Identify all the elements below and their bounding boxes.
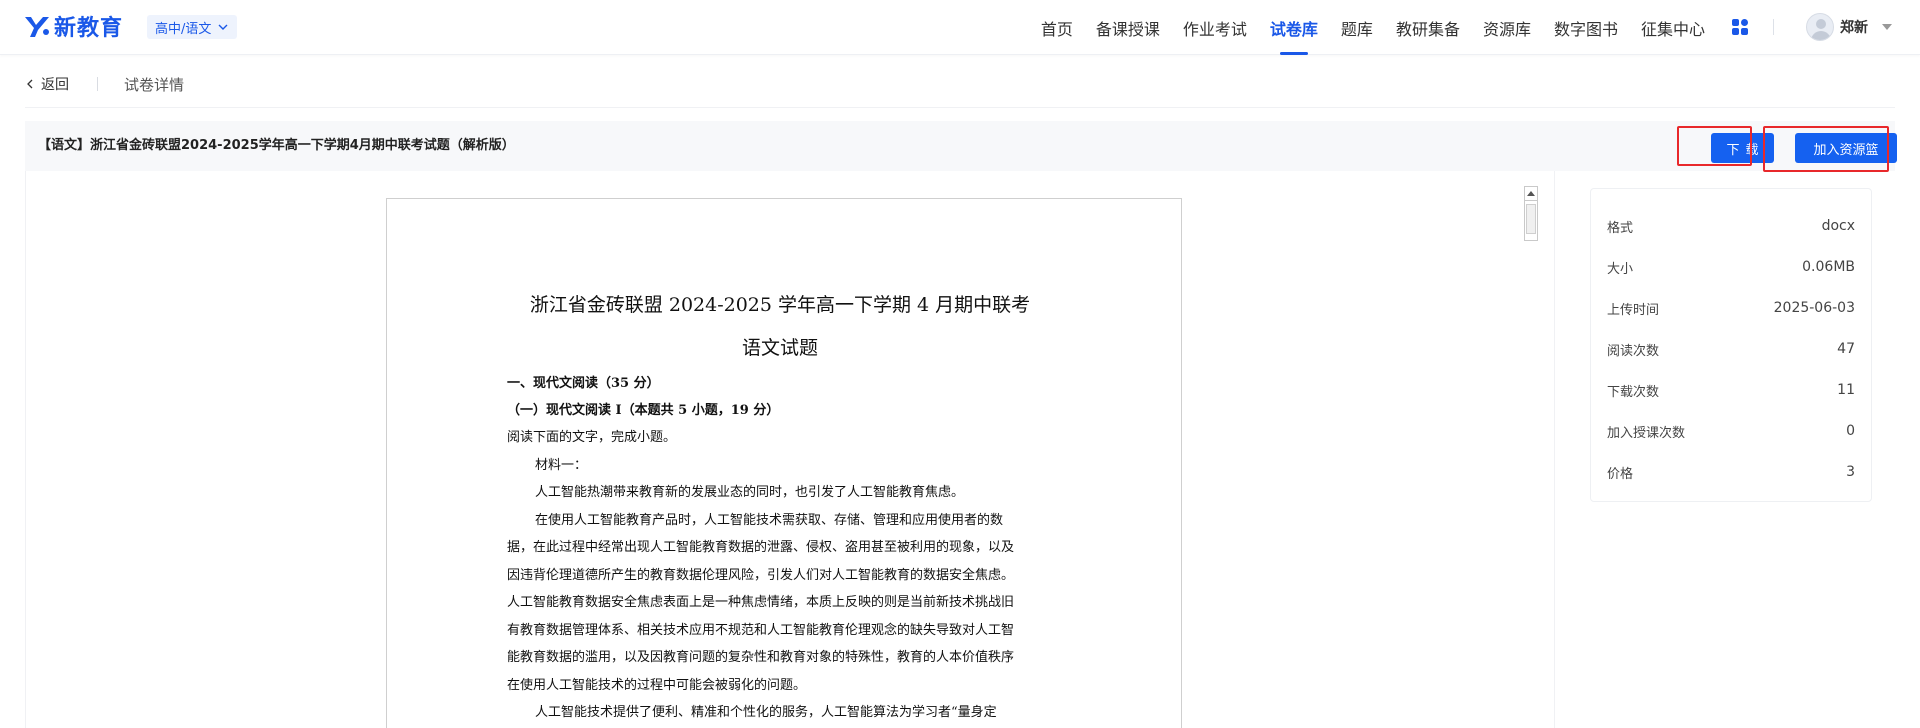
nav-item-research[interactable]: 教研集备 — [1396, 0, 1460, 55]
info-value: 47 — [1837, 341, 1855, 357]
info-value: docx — [1821, 218, 1855, 234]
document-page: 浙江省金砖联盟 2024-2025 学年高一下学期 4 月期中联考 语文试题 一… — [386, 198, 1182, 728]
nav-item-collection-center[interactable]: 征集中心 — [1641, 0, 1705, 55]
info-row-lesson-count: 加入授课次数 0 — [1607, 421, 1855, 441]
chevron-left-icon — [27, 79, 33, 89]
user-menu[interactable]: 郑新 — [1806, 12, 1892, 42]
user-name: 郑新 — [1840, 20, 1868, 36]
nav-item-home[interactable]: 首页 — [1041, 0, 1073, 55]
doc-line: 因违背伦理道德所产生的教育数据伦理风险，引发人们对人工智能教育的数据安全焦虑。 — [507, 567, 1015, 583]
grade-subject-select[interactable]: 高中/语文 — [147, 15, 238, 39]
logo[interactable]: 新教育 — [22, 10, 123, 42]
document-title-bar: 【语文】浙江省金砖联盟2024-2025学年高一下学期4月期中联考试题（解析版）… — [25, 121, 1897, 171]
info-key: 加入授课次数 — [1607, 425, 1686, 441]
info-row-price: 价格 3 — [1607, 462, 1855, 482]
doc-instruction: 阅读下面的文字，完成小题。 — [507, 430, 677, 445]
info-row-download-count: 下载次数 11 — [1607, 380, 1855, 400]
document-page-body: 浙江省金砖联盟 2024-2025 学年高一下学期 4 月期中联考 语文试题 一… — [507, 199, 1053, 727]
info-value: 2025-06-03 — [1773, 300, 1855, 316]
doc-line: 能教育数据的滥用，以及因教育问题的复杂性和教育对象的特殊性，教育的人本价值秩序 — [507, 650, 1015, 665]
add-to-basket-highlight — [1763, 126, 1889, 172]
info-row-size: 大小 0.06MB — [1607, 257, 1855, 277]
info-key: 大小 — [1607, 261, 1634, 277]
doc-line: 人工智能教育数据安全焦虑表面上是一种焦虑情绪，本质上反映的则是当前新技术挑战旧 — [507, 595, 1015, 610]
doc-line: 在使用人工智能技术的过程中可能会被弱化的问题。 — [507, 677, 807, 693]
info-value: 0 — [1846, 423, 1855, 439]
nav-item-lesson-prep[interactable]: 备课授课 — [1096, 0, 1160, 55]
doc-line: 有教育数据管理体系、相关技术应用不规范和人工智能教育伦理观念的缺失导致对人工智 — [507, 622, 1015, 638]
main-nav: 首页 备课授课 作业考试 试卷库 题库 教研集备 资源库 数字图书 征集中心 — [1018, 0, 1705, 55]
info-key: 价格 — [1607, 466, 1634, 482]
nav-item-paper-library[interactable]: 试卷库 — [1270, 0, 1318, 55]
doc-line: 据，在此过程中经常出现人工智能教育数据的泄露、侵权、盗用甚至被利用的现象，以及 — [507, 540, 1015, 555]
doc-section-2: （一）现代文阅读 I（本题共 5 小题，19 分） — [507, 403, 780, 418]
info-key: 下载次数 — [1607, 384, 1660, 400]
document-info-panel: 格式 docx 大小 0.06MB 上传时间 2025-06-03 阅读次数 4… — [1590, 188, 1872, 502]
info-key: 上传时间 — [1607, 302, 1660, 318]
document-title: 【语文】浙江省金砖联盟2024-2025学年高一下学期4月期中联考试题（解析版） — [38, 138, 515, 153]
back-button[interactable]: 返回 — [25, 74, 69, 94]
back-label: 返回 — [41, 77, 69, 93]
scroll-up-icon[interactable] — [1525, 187, 1537, 201]
caret-down-icon — [1882, 24, 1892, 30]
info-value: 3 — [1846, 464, 1855, 480]
breadcrumb-separator — [97, 77, 98, 91]
grade-subject-value: 高中/语文 — [155, 21, 212, 37]
doc-paragraph-1: 人工智能热潮带来教育新的发展业态的同时，也引发了人工智能教育焦虑。 — [535, 485, 965, 500]
download-button-highlight — [1677, 126, 1752, 166]
info-key: 阅读次数 — [1607, 343, 1660, 359]
apps-icon[interactable] — [1731, 18, 1749, 36]
top-navbar: 新教育 高中/语文 首页 备课授课 作业考试 试卷库 题库 教研集备 资源库 数… — [0, 0, 1920, 55]
info-value: 11 — [1837, 382, 1855, 398]
document-preview[interactable]: 浙江省金砖联盟 2024-2025 学年高一下学期 4 月期中联考 语文试题 一… — [25, 171, 1555, 728]
doc-line: 在使用人工智能教育产品时，人工智能技术需获取、存储、管理和应用使用者的数 — [535, 512, 1004, 528]
breadcrumb: 返回 试卷详情 — [25, 72, 184, 96]
doc-paragraph-3: 人工智能技术提供了便利、精准和个性化的服务，人工智能算法为学习者“量身定 — [535, 705, 997, 720]
nav-item-question-bank[interactable]: 题库 — [1341, 0, 1373, 55]
breadcrumb-divider — [25, 107, 1895, 108]
info-value: 0.06MB — [1802, 259, 1855, 275]
nav-item-homework-exam[interactable]: 作业考试 — [1183, 0, 1247, 55]
nav-divider — [1773, 19, 1774, 35]
doc-heading-1: 浙江省金砖联盟 2024-2025 学年高一下学期 4 月期中联考 — [529, 294, 1031, 316]
scrollbar-thumb[interactable] — [1526, 204, 1536, 234]
doc-heading-2: 语文试题 — [741, 337, 818, 359]
info-row-read-count: 阅读次数 47 — [1607, 339, 1855, 359]
logo-text: 新教育 — [54, 16, 124, 41]
logo-icon — [25, 17, 49, 37]
nav-item-resource-library[interactable]: 资源库 — [1483, 0, 1531, 55]
doc-material-label: 材料一： — [535, 457, 588, 473]
nav-item-digital-books[interactable]: 数字图书 — [1554, 0, 1618, 55]
info-row-upload-time: 上传时间 2025-06-03 — [1607, 298, 1855, 318]
doc-section-1: 一、现代文阅读（35 分） — [507, 376, 660, 391]
avatar-icon — [1806, 13, 1834, 41]
preview-scrollbar[interactable] — [1524, 186, 1538, 241]
info-row-format: 格式 docx — [1607, 216, 1855, 236]
info-key: 格式 — [1607, 220, 1634, 236]
page-title: 试卷详情 — [124, 75, 185, 94]
chevron-down-icon — [218, 24, 228, 30]
